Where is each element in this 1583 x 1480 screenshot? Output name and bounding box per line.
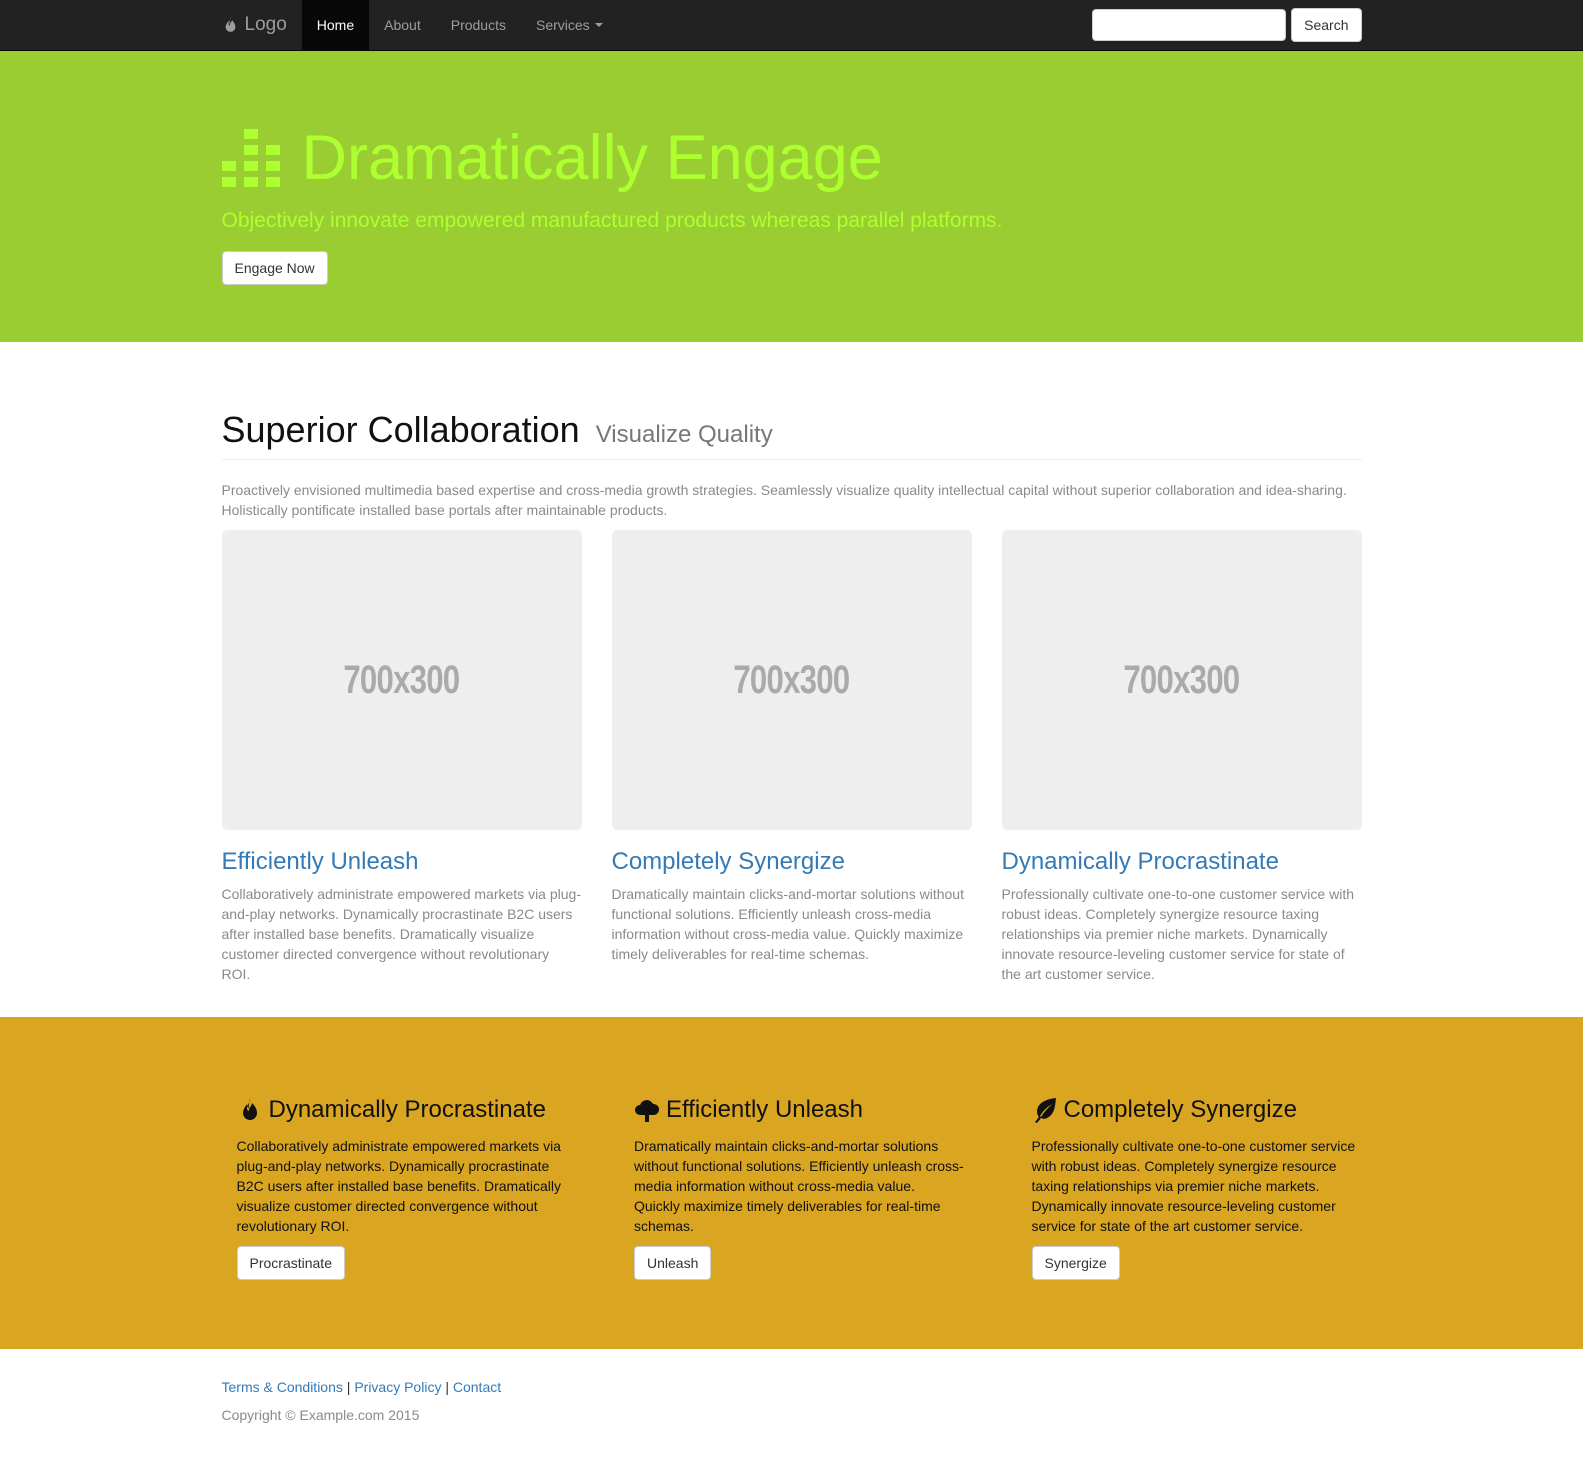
image-placeholder: 700x300 — [611, 530, 972, 830]
feature-title: Dynamically Procrastinate — [237, 1096, 567, 1124]
cloud-upload-icon — [635, 1100, 660, 1122]
column-text: Collaboratively administrate empowered m… — [221, 886, 582, 982]
search-button[interactable]: Search — [1291, 8, 1362, 42]
footer-links: Terms & Conditions | Privacy Policy | Co… — [222, 1379, 1362, 1395]
feature-title-text: Efficiently Unleash — [666, 1096, 863, 1123]
equalizer-icon — [221, 129, 280, 187]
section-lead: Proactively envisioned multimedia based … — [221, 482, 1347, 518]
terms-link[interactable]: Terms & Conditions — [222, 1379, 343, 1395]
nav-item-services[interactable]: Services — [521, 0, 618, 50]
link-separator: | — [445, 1379, 449, 1395]
placeholder-label: 700x300 — [733, 657, 850, 702]
fire-icon — [242, 1098, 257, 1120]
feature-title: Efficiently Unleash — [634, 1096, 964, 1124]
feature-text: Dramatically maintain clicks-and-mortar … — [634, 1138, 964, 1234]
content-columns: 700x300 Efficiently Unleash Collaborativ… — [221, 530, 1362, 984]
caret-down-icon — [594, 23, 603, 27]
navbar: Logo Home About Products Services Search — [0, 0, 1583, 51]
feature-column: Completely Synergize Professionally cult… — [1017, 1096, 1362, 1280]
section-heading: Superior Collaboration Visualize Quality — [222, 409, 1362, 451]
nav-item-products[interactable]: Products — [436, 0, 521, 50]
contact-link[interactable]: Contact — [453, 1379, 501, 1395]
image-placeholder: 700x300 — [221, 530, 582, 830]
main-nav: Home About Products Services — [301, 0, 618, 50]
privacy-link[interactable]: Privacy Policy — [354, 1379, 441, 1395]
hero-title: Dramatically Engage — [221, 121, 1362, 195]
nav-item-about[interactable]: About — [369, 0, 436, 50]
image-placeholder: 700x300 — [1001, 530, 1362, 830]
feature-text: Professionally cultivate one-to-one cust… — [1031, 1138, 1356, 1234]
placeholder-label: 700x300 — [1123, 657, 1240, 702]
brand-label: Logo — [244, 14, 287, 35]
hero-title-text: Dramatically Engage — [301, 123, 883, 193]
navbar-search-form: Search — [1092, 0, 1362, 50]
column-title: Completely Synergize — [611, 848, 845, 875]
content-column: 700x300 Dynamically Procrastinate Profes… — [1001, 530, 1362, 984]
search-input[interactable] — [1092, 9, 1287, 41]
brand-link[interactable]: Logo — [222, 0, 302, 50]
engage-now-button[interactable]: Engage Now — [221, 251, 328, 285]
column-text: Professionally cultivate one-to-one cust… — [1001, 886, 1355, 982]
page-header: Superior Collaboration Visualize Quality — [221, 409, 1362, 460]
feature-text: Collaboratively administrate empowered m… — [236, 1138, 561, 1234]
feature-column: Efficiently Unleash Dramatically maintai… — [619, 1096, 964, 1280]
nav-item-home[interactable]: Home — [301, 0, 370, 50]
content-column: 700x300 Efficiently Unleash Collaborativ… — [221, 530, 582, 984]
procrastinate-button[interactable]: Procrastinate — [236, 1246, 345, 1280]
hero-section: Dramatically Engage Objectively innovate… — [0, 51, 1583, 342]
column-title: Efficiently Unleash — [221, 848, 419, 875]
feature-title-text: Completely Synergize — [1063, 1096, 1297, 1123]
placeholder-label: 700x300 — [343, 657, 460, 702]
link-separator: | — [346, 1379, 351, 1395]
feature-title-text: Dynamically Procrastinate — [268, 1096, 546, 1123]
content-column: 700x300 Completely Synergize Dramaticall… — [611, 530, 972, 984]
section-heading-text: Superior Collaboration — [221, 409, 580, 450]
footer: Terms & Conditions | Privacy Policy | Co… — [0, 1349, 1583, 1423]
section-subheading: Visualize Quality — [595, 421, 773, 448]
column-text: Dramatically maintain clicks-and-mortar … — [611, 886, 964, 962]
synergize-button[interactable]: Synergize — [1031, 1246, 1120, 1280]
copyright: Copyright © Example.com 2015 — [221, 1407, 420, 1423]
features-section: Dynamically Procrastinate Collaborativel… — [0, 1017, 1583, 1349]
main-section: Superior Collaboration Visualize Quality… — [0, 342, 1583, 984]
column-title: Dynamically Procrastinate — [1001, 848, 1279, 875]
hero-subtitle: Objectively innovate empowered manufactu… — [221, 209, 1003, 232]
unleash-button[interactable]: Unleash — [634, 1246, 712, 1280]
feature-column: Dynamically Procrastinate Collaborativel… — [222, 1096, 567, 1280]
leaf-icon — [1034, 1098, 1056, 1123]
fire-icon — [225, 16, 235, 32]
feature-columns: Dynamically Procrastinate Collaborativel… — [222, 1096, 1362, 1280]
nav-item-services-label: Services — [535, 17, 590, 33]
feature-title: Completely Synergize — [1032, 1096, 1362, 1124]
